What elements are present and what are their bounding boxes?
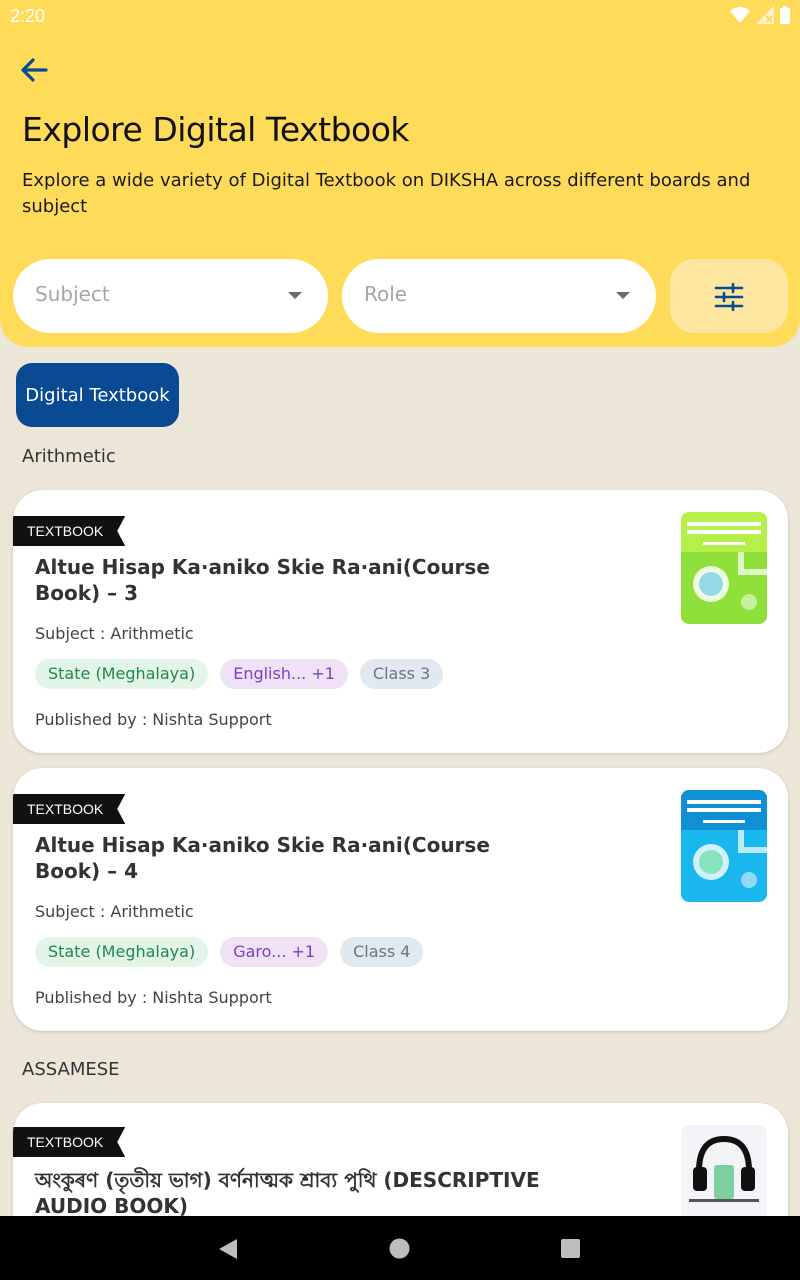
- grade-pill: Class 3: [359, 659, 444, 689]
- wifi-icon: [730, 7, 750, 23]
- book-cover-thumbnail: [681, 512, 767, 624]
- card-publisher: Published by : Nishta Support: [35, 988, 272, 1007]
- board-pill: State (Meghalaya): [35, 659, 209, 689]
- battery-icon: [780, 6, 790, 24]
- cell-signal-icon: [756, 6, 774, 24]
- grade-pill: Class 4: [340, 937, 424, 967]
- status-icons: [730, 6, 790, 24]
- card-title: অংকুৰণ (তৃতীয় ভাগ) বৰ্ণনাত্মক শ্ৰাব্য প…: [35, 1168, 540, 1218]
- filter-button[interactable]: [670, 259, 788, 333]
- recents-nav-icon[interactable]: [561, 1239, 580, 1258]
- card-title: Altue Hisap Ka·aniko Skie Ra·ani(Course …: [35, 555, 490, 605]
- status-bar: 2:20: [0, 0, 800, 32]
- arrow-left-icon: [21, 58, 48, 82]
- digital-textbook-chip[interactable]: Digital Textbook: [16, 363, 179, 427]
- board-pill: State (Meghalaya): [35, 937, 209, 967]
- card-pills: State (Meghalaya) English... +1 Class 3: [35, 659, 444, 689]
- content-type-tag: TEXTBOOK: [13, 516, 125, 546]
- subject-dropdown[interactable]: Subject: [13, 259, 328, 333]
- content-card[interactable]: TEXTBOOK Altue Hisap Ka·aniko Skie Ra·an…: [13, 768, 788, 1031]
- sliders-icon: [714, 283, 744, 311]
- section-title: ASSAMESE: [22, 1059, 120, 1080]
- back-button[interactable]: [16, 52, 52, 88]
- card-subject: Subject : Arithmetic: [35, 902, 194, 921]
- card-title: Altue Hisap Ka·aniko Skie Ra·ani(Course …: [35, 833, 490, 883]
- chevron-down-icon: [288, 292, 302, 299]
- subject-dropdown-placeholder: Subject: [35, 282, 110, 306]
- content-type-tag: TEXTBOOK: [13, 794, 125, 824]
- book-cover-thumbnail: [681, 790, 767, 902]
- system-navigation-bar: [0, 1216, 800, 1280]
- medium-pill: English... +1: [220, 659, 348, 689]
- header: Explore Digital Textbook Explore a wide …: [0, 32, 800, 347]
- card-publisher: Published by : Nishta Support: [35, 710, 272, 729]
- medium-pill: Garo... +1: [220, 937, 329, 967]
- page-title: Explore Digital Textbook: [22, 110, 410, 149]
- card-subject: Subject : Arithmetic: [35, 624, 194, 643]
- page-subtitle: Explore a wide variety of Digital Textbo…: [22, 170, 751, 217]
- card-pills: State (Meghalaya) Garo... +1 Class 4: [35, 937, 424, 967]
- content-card[interactable]: TEXTBOOK Altue Hisap Ka·aniko Skie Ra·an…: [13, 490, 788, 753]
- back-nav-icon[interactable]: [218, 1238, 238, 1260]
- role-dropdown-placeholder: Role: [364, 282, 408, 306]
- section-title: Arithmetic: [22, 446, 116, 467]
- content-type-tag: TEXTBOOK: [13, 1127, 125, 1157]
- chevron-down-icon: [616, 292, 630, 299]
- home-nav-icon[interactable]: [389, 1238, 410, 1259]
- role-dropdown[interactable]: Role: [342, 259, 656, 333]
- status-time: 2:20: [10, 6, 46, 26]
